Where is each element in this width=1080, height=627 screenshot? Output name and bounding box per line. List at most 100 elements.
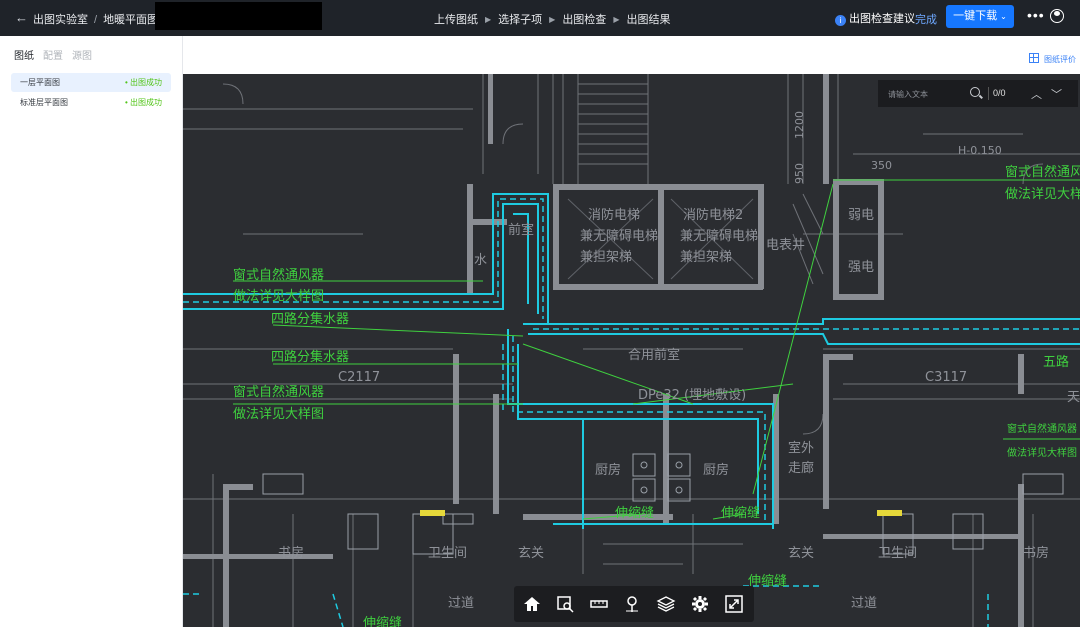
done-button[interactable]: 完成: [915, 11, 937, 27]
svg-text:兼担架梯: 兼担架梯: [580, 250, 632, 265]
svg-text:卫生间: 卫生间: [428, 546, 467, 561]
svg-text:电表井: 电表井: [766, 238, 805, 253]
chevron-up-icon[interactable]: ︿: [1031, 86, 1042, 102]
step-upload[interactable]: 上传图纸: [434, 14, 478, 26]
svg-text:书房: 书房: [278, 545, 304, 561]
gear-icon[interactable]: [690, 594, 710, 614]
svg-text:做法详见大样图: 做法详见大样图: [233, 407, 324, 422]
divider: [988, 87, 989, 100]
top-bar: ← 出图实验室/地暖平面图/ 上传图纸 ▶ 选择子项 ▶ 出图检查 ▶ 出图结果 i出图检查…: [0, 0, 1080, 36]
svg-text:过道: 过道: [448, 596, 474, 611]
svg-text:合用前室: 合用前室: [628, 347, 680, 363]
svg-text:四路分集水器: 四路分集水器: [271, 349, 349, 365]
chevron-down-icon[interactable]: ﹀: [1051, 86, 1062, 102]
svg-text:伸缩缝: 伸缩缝: [748, 573, 787, 589]
svg-text:伸缩缝: 伸缩缝: [363, 615, 402, 627]
svg-text:350: 350: [871, 159, 892, 172]
viewer-toolbar: [514, 586, 754, 622]
svg-text:室外: 室外: [788, 440, 814, 456]
step-select[interactable]: 选择子项: [498, 14, 542, 26]
svg-text:做法详见大样图: 做法详见大样图: [233, 289, 324, 304]
user-avatar-icon[interactable]: [1050, 9, 1064, 23]
search-icon[interactable]: [970, 87, 980, 97]
download-label: 一键下载: [953, 10, 998, 22]
svg-text:书房: 书房: [1023, 545, 1049, 561]
svg-text:前室: 前室: [508, 222, 534, 238]
chevron-down-icon: ⌄: [1000, 12, 1007, 21]
svg-text:做法详见大样图: 做法详见大样图: [1007, 446, 1077, 459]
file-status: • 出图成功: [124, 78, 162, 87]
svg-text:走廊: 走廊: [788, 460, 814, 476]
svg-text:四路分集水器: 四路分集水器: [271, 311, 349, 327]
svg-text:厨房: 厨房: [595, 462, 621, 478]
svg-text:卫生间: 卫生间: [878, 546, 917, 561]
svg-text:五路: 五路: [1043, 354, 1069, 370]
breadcrumb-current[interactable]: 地暖平面图: [103, 14, 158, 26]
sidebar-tabs: 图纸 配置 源图: [14, 47, 101, 62]
review-label: 图纸评价: [1044, 55, 1076, 64]
breadcrumb-root[interactable]: 出图实验室: [33, 14, 88, 26]
svg-text:厨房: 厨房: [703, 462, 729, 478]
svg-text:C3117: C3117: [925, 370, 967, 385]
svg-text:窗式自然通风器: 窗式自然通风器: [1005, 164, 1080, 180]
search-result-count: 0/0: [993, 88, 1006, 98]
svg-text:消防电梯: 消防电梯: [588, 207, 640, 223]
svg-text:弱电: 弱电: [848, 208, 874, 223]
breadcrumb: 出图实验室/地暖平面图/: [33, 14, 167, 26]
redacted-block: [155, 2, 322, 30]
home-icon[interactable]: [522, 594, 542, 614]
svg-text:兼担架梯: 兼担架梯: [680, 250, 732, 265]
check-suggestion-link[interactable]: i 出图检查建议: [835, 10, 915, 26]
cad-drawing: 消防电梯 兼无障碍电梯 兼担架梯 消防电梯2 兼无障碍电梯 兼担架梯 电表井 弱…: [183, 74, 1080, 627]
file-item-standard-floor[interactable]: 标准层平面图 • 出图成功: [11, 93, 171, 112]
svg-text:DPe32 (埋地敷设): DPe32 (埋地敷设): [638, 388, 746, 403]
search-input[interactable]: [886, 86, 970, 102]
svg-text:窗式自然通风器: 窗式自然通风器: [233, 267, 324, 283]
svg-text:窗式自然通风器: 窗式自然通风器: [1007, 422, 1077, 435]
grid-icon: [1029, 53, 1039, 63]
more-icon[interactable]: •••: [1027, 7, 1045, 23]
tab-source[interactable]: 源图: [72, 51, 92, 62]
back-arrow-icon[interactable]: ←: [15, 10, 28, 25]
svg-text:伸缩缝: 伸缩缝: [721, 505, 760, 521]
svg-text:玄关: 玄关: [788, 546, 814, 561]
svg-text:H-0.150: H-0.150: [958, 144, 1002, 157]
svg-text:过道: 过道: [851, 596, 877, 611]
svg-text:C2117: C2117: [338, 370, 380, 385]
layers-icon[interactable]: [656, 594, 676, 614]
file-item-first-floor[interactable]: 一层平面图 • 出图成功: [11, 73, 171, 92]
ruler-icon[interactable]: [589, 594, 609, 614]
tab-config[interactable]: 配置: [43, 51, 63, 62]
svg-text:1200: 1200: [793, 111, 806, 139]
step-arrow-icon: ▶: [549, 15, 556, 24]
drawing-canvas[interactable]: 消防电梯 兼无障碍电梯 兼担架梯 消防电梯2 兼无障碍电梯 兼担架梯 电表井 弱…: [183, 74, 1080, 627]
svg-text:伸缩缝: 伸缩缝: [615, 505, 654, 521]
svg-text:消防电梯2: 消防电梯2: [683, 207, 743, 223]
sidebar: 图纸 配置 源图 一层平面图 • 出图成功 标准层平面图 • 出图成功: [0, 36, 183, 627]
step-progress: 上传图纸 ▶ 选择子项 ▶ 出图检查 ▶ 出图结果: [434, 11, 670, 27]
fullscreen-icon[interactable]: [724, 594, 744, 614]
svg-text:做法详见大样图: 做法详见大样图: [1005, 187, 1080, 202]
viewer-header: 图纸评价: [183, 36, 1080, 74]
info-icon: i: [835, 15, 846, 26]
step-arrow-icon: ▶: [613, 15, 620, 24]
svg-text:水: 水: [474, 253, 487, 268]
step-check[interactable]: 出图检查: [562, 14, 606, 26]
zoom-window-icon[interactable]: [555, 594, 575, 614]
file-status: • 出图成功: [124, 98, 162, 107]
svg-text:强电: 强电: [848, 260, 874, 275]
drawing-search-box: 0/0 ︿ ﹀: [878, 80, 1078, 107]
svg-text:窗式自然通风器: 窗式自然通风器: [233, 384, 324, 400]
svg-text:玄关: 玄关: [518, 546, 544, 561]
drawing-review-button[interactable]: 图纸评价: [1029, 53, 1076, 65]
tab-drawings[interactable]: 图纸: [14, 51, 34, 62]
location-pin-icon[interactable]: [622, 594, 642, 614]
one-click-download-button[interactable]: 一键下载 ⌄: [946, 5, 1014, 28]
svg-text:天: 天: [1067, 390, 1080, 405]
file-name: 一层平面图: [20, 78, 60, 87]
svg-text:950: 950: [793, 163, 806, 184]
file-name: 标准层平面图: [20, 98, 68, 107]
step-arrow-icon: ▶: [485, 15, 492, 24]
step-result[interactable]: 出图结果: [626, 14, 670, 26]
svg-text:兼无障碍电梯: 兼无障碍电梯: [680, 229, 758, 244]
